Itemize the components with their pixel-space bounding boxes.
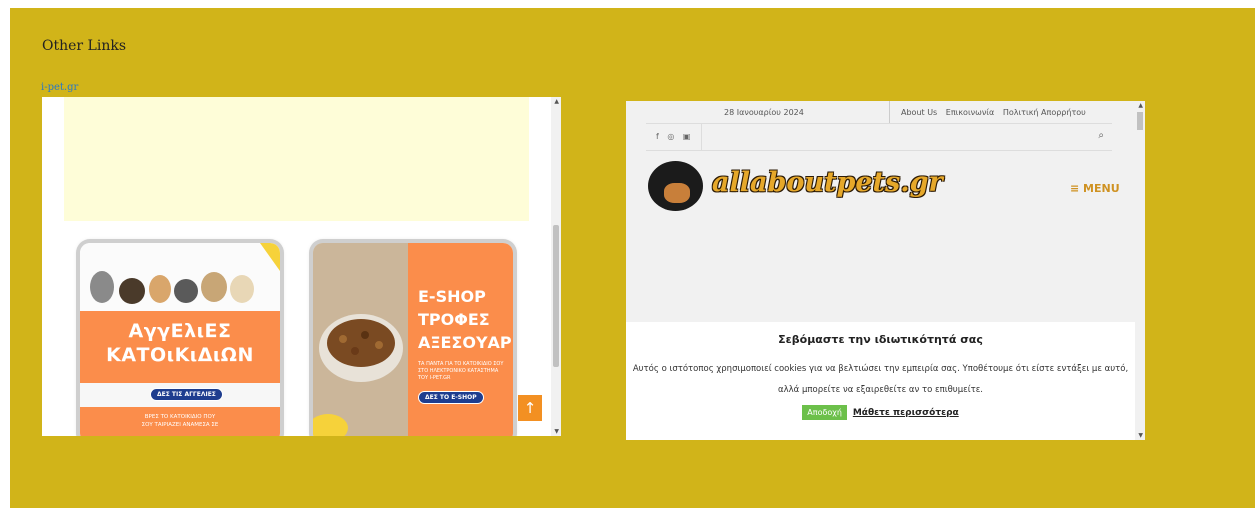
allaboutpets-iframe[interactable]: 28 Ιανουαρίου 2024 About Us Επικοινωνία …: [626, 101, 1145, 440]
card-eshop-heading-2: ΤΡΟΦΕΣ: [418, 310, 490, 329]
card-listings-footer-1: ΒΡΕΣ ΤΟ ΚΑΤΟΙΚΙΔΙΟ ΠΟΥ: [144, 414, 216, 420]
scroll-up-arrow-icon[interactable]: ▲: [554, 98, 559, 105]
card-eshop-heading-3: ΑΞΕΣΟΥΑΡ: [418, 333, 512, 352]
dog-face-icon: [664, 183, 690, 203]
site-logo[interactable]: allaboutpets.gr: [712, 167, 943, 198]
card-eshop[interactable]: E-SHOP ΤΡΟΦΕΣ ΑΞΕΣΟΥΑΡ ΤΑ ΠΑΝΤΑ ΓΙΑ ΤΟ Κ…: [313, 243, 513, 436]
scroll-down-arrow-icon[interactable]: ▼: [1138, 432, 1143, 439]
privacy-policy-link[interactable]: Πολιτική Απορρήτου: [1003, 108, 1086, 117]
card-listings-heading-2: ΚΑΤΟιΚιΔιΩΝ: [106, 344, 254, 366]
petfood-photo: [313, 243, 408, 436]
see-listings-button[interactable]: ΔΕΣ ΤΙΣ ΑΓΓΕΛΙΕΣ: [150, 388, 223, 401]
cookie-text-line1: Αυτός ο ιστότοπος χρησιμοποιεί cookies γ…: [632, 364, 1129, 374]
top-links: About Us Επικοινωνία Πολιτική Απορρήτου: [901, 108, 1092, 117]
other-links-panel: Other Links i-pet.gr ΑγγΕλιΕΣ ΚΑΤΟιΚιΔιΩ…: [10, 8, 1255, 508]
social-divider: [701, 124, 702, 150]
frame1-scrollbar[interactable]: ▲ ▼: [551, 97, 561, 436]
top-bar-divider: [889, 101, 890, 123]
cookie-text-line2: αλλά μπορείτε να εξαιρεθείτε αν το επιθυ…: [778, 385, 983, 395]
social-bar: f ◎ ▣ ⌕: [646, 124, 1112, 151]
social-icons[interactable]: f ◎ ▣: [656, 132, 693, 141]
ipet-iframe[interactable]: ΑγγΕλιΕΣ ΚΑΤΟιΚιΔιΩΝ ΔΕΣ ΤΙΣ ΑΓΓΕΛΙΕΣ ΒΡ…: [42, 97, 561, 436]
card-eshop-heading-1: E-SHOP: [418, 287, 486, 306]
card-listings[interactable]: ΑγγΕλιΕΣ ΚΑΤΟιΚιΔιΩΝ ΔΕΣ ΤΙΣ ΑΓΓΕΛΙΕΣ ΒΡ…: [80, 243, 280, 436]
banner-placeholder: [64, 97, 529, 221]
card-listings-button-strip: ΔΕΣ ΤΙΣ ΑΓΓΕΛΙΕΣ: [80, 383, 280, 407]
petfood-illustration: [313, 243, 408, 436]
see-eshop-button[interactable]: ΔΕΣ ΤΟ E-SHOP: [418, 391, 484, 404]
card-listings-title: ΑγγΕλιΕΣ ΚΑΤΟιΚιΔιΩΝ: [80, 311, 280, 383]
cookie-title: Σεβόμαστε την ιδιωτικότητά σας: [778, 333, 983, 346]
about-us-link[interactable]: About Us: [901, 108, 937, 117]
card-listings-heading-1: ΑγγΕλιΕΣ: [128, 320, 232, 342]
frame1-scroll-thumb[interactable]: [553, 225, 559, 367]
frame2-scrollbar[interactable]: ▲ ▼: [1135, 101, 1145, 440]
scroll-down-arrow-icon[interactable]: ▼: [554, 428, 559, 435]
menu-button[interactable]: ≡ MENU: [1070, 182, 1120, 195]
cookie-text: Αυτός ο ιστότοπος χρησιμοποιεί cookies γ…: [626, 359, 1135, 401]
date-label: 28 Ιανουαρίου 2024: [724, 108, 804, 117]
search-icon[interactable]: ⌕: [1098, 130, 1104, 141]
top-bar: 28 Ιανουαρίου 2024 About Us Επικοινωνία …: [646, 101, 1112, 124]
section-title: Other Links: [42, 38, 127, 54]
pets-photo: [80, 243, 280, 311]
accept-cookies-button[interactable]: Αποδοχή: [802, 405, 847, 420]
contact-link[interactable]: Επικοινωνία: [946, 108, 995, 117]
cookie-banner: Σεβόμαστε την ιδιωτικότητά σας Αυτός ο ι…: [626, 322, 1135, 440]
learn-more-link[interactable]: Μάθετε περισσότερα: [853, 408, 959, 418]
card-listings-footer-2: ΣΟΥ ΤΑΙΡΙΑΖΕΙ ΑΝΑΜΕΣΑ ΣΕ: [141, 422, 219, 428]
card-eshop-title: E-SHOP ΤΡΟΦΕΣ ΑΞΕΣΟΥΑΡ ΤΑ ΠΑΝΤΑ ΓΙΑ ΤΟ Κ…: [408, 243, 513, 436]
ipet-link[interactable]: i-pet.gr: [41, 82, 78, 93]
pets-illustration: [90, 243, 280, 304]
scroll-up-arrow-icon[interactable]: ▲: [1138, 102, 1143, 109]
card-eshop-subtext: ΤΑ ΠΑΝΤΑ ΓΙΑ ΤΟ ΚΑΤΟΙΚΙΔΙΟ ΣΟΥ ΣΤΟ ΗΛΕΚΤ…: [418, 361, 504, 381]
frame2-scroll-thumb[interactable]: [1137, 112, 1143, 130]
card-listings-footer: ΒΡΕΣ ΤΟ ΚΑΤΟΙΚΙΔΙΟ ΠΟΥ ΣΟΥ ΤΑΙΡΙΑΖΕΙ ΑΝΑ…: [80, 407, 280, 436]
cookie-actions: Αποδοχή Μάθετε περισσότερα: [626, 405, 1135, 420]
scroll-to-top-button[interactable]: ↑: [518, 395, 542, 421]
